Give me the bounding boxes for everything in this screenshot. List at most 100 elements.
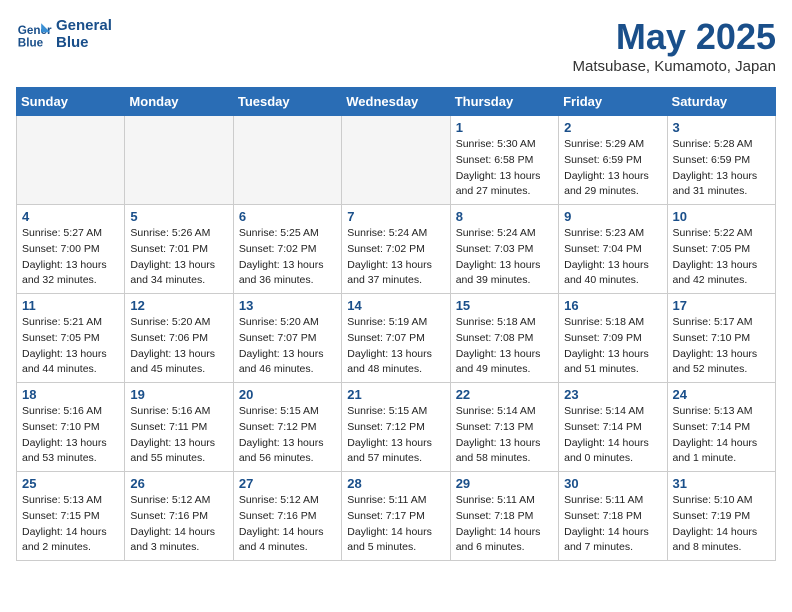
day-info: Sunrise: 5:16 AMSunset: 7:11 PMDaylight:… xyxy=(130,404,227,467)
day-number: 20 xyxy=(239,387,336,402)
calendar-day: 14 Sunrise: 5:19 AMSunset: 7:07 PMDayligh… xyxy=(342,294,450,383)
calendar-day: 17Sunrise: 5:17 AMSunset: 7:10 PMDayligh… xyxy=(667,294,775,383)
day-info: Sunrise: 5:17 AMSunset: 7:10 PMDaylight:… xyxy=(673,315,770,378)
calendar-day: 25Sunrise: 5:13 AMSunset: 7:15 PMDayligh… xyxy=(17,472,125,561)
day-number: 24 xyxy=(673,387,770,402)
calendar-day: 19 Sunrise: 5:16 AMSunset: 7:11 PMDayligh… xyxy=(125,383,233,472)
week-row: 1 Sunrise: 5:30 AMSunset: 6:58 PMDaylight… xyxy=(17,116,776,205)
calendar-day: 13 Sunrise: 5:20 AMSunset: 7:07 PMDayligh… xyxy=(233,294,341,383)
weekday-header: Tuesday xyxy=(233,88,341,116)
weekday-header: Friday xyxy=(559,88,667,116)
day-number: 22 xyxy=(456,387,553,402)
calendar-day: 16 Sunrise: 5:18 AMSunset: 7:09 PMDayligh… xyxy=(559,294,667,383)
week-row: 11 Sunrise: 5:21 AMSunset: 7:05 PMDayligh… xyxy=(17,294,776,383)
calendar-day: 3Sunrise: 5:28 AMSunset: 6:59 PMDaylight… xyxy=(667,116,775,205)
calendar-day: 21Sunrise: 5:15 AMSunset: 7:12 PMDayligh… xyxy=(342,383,450,472)
calendar: SundayMondayTuesdayWednesdayThursdayFrid… xyxy=(16,87,776,561)
day-number: 4 xyxy=(22,209,119,224)
day-info: Sunrise: 5:27 AMSunset: 7:00 PMDaylight:… xyxy=(22,226,119,289)
logo-line1: General xyxy=(56,17,112,34)
calendar-day: 10 Sunrise: 5:22 AMSunset: 7:05 PMDayligh… xyxy=(667,205,775,294)
logo: General Blue General Blue xyxy=(16,16,112,52)
day-info: Sunrise: 5:11 AMSunset: 7:17 PMDaylight:… xyxy=(347,493,444,556)
day-number: 11 xyxy=(22,298,119,313)
calendar-day: 20 Sunrise: 5:15 AMSunset: 7:12 PMDayligh… xyxy=(233,383,341,472)
calendar-day: 24 Sunrise: 5:13 AMSunset: 7:14 PMDayligh… xyxy=(667,383,775,472)
day-number: 28 xyxy=(347,476,444,491)
day-number: 30 xyxy=(564,476,661,491)
week-row: 18 Sunrise: 5:16 AMSunset: 7:10 PMDayligh… xyxy=(17,383,776,472)
week-row: 4 Sunrise: 5:27 AMSunset: 7:00 PMDaylight… xyxy=(17,205,776,294)
weekday-header: Thursday xyxy=(450,88,558,116)
day-number: 19 xyxy=(130,387,227,402)
calendar-day: 5 Sunrise: 5:26 AMSunset: 7:01 PMDaylight… xyxy=(125,205,233,294)
day-info: Sunrise: 5:18 AMSunset: 7:08 PMDaylight:… xyxy=(456,315,553,378)
weekday-header: Wednesday xyxy=(342,88,450,116)
day-number: 13 xyxy=(239,298,336,313)
weekday-header: Monday xyxy=(125,88,233,116)
day-info: Sunrise: 5:21 AMSunset: 7:05 PMDaylight:… xyxy=(22,315,119,378)
day-number: 23 xyxy=(564,387,661,402)
day-number: 14 xyxy=(347,298,444,313)
day-number: 27 xyxy=(239,476,336,491)
day-number: 16 xyxy=(564,298,661,313)
day-info: Sunrise: 5:23 AMSunset: 7:04 PMDaylight:… xyxy=(564,226,661,289)
calendar-day: 4 Sunrise: 5:27 AMSunset: 7:00 PMDaylight… xyxy=(17,205,125,294)
day-number: 31 xyxy=(673,476,770,491)
month-title: May 2025 xyxy=(573,16,776,58)
calendar-day: 27 Sunrise: 5:12 AMSunset: 7:16 PMDayligh… xyxy=(233,472,341,561)
day-info: Sunrise: 5:22 AMSunset: 7:05 PMDaylight:… xyxy=(673,226,770,289)
svg-text:Blue: Blue xyxy=(18,37,44,50)
day-info: Sunrise: 5:19 AMSunset: 7:07 PMDaylight:… xyxy=(347,315,444,378)
day-info: Sunrise: 5:30 AMSunset: 6:58 PMDaylight:… xyxy=(456,137,553,200)
weekday-header: Saturday xyxy=(667,88,775,116)
day-number: 21 xyxy=(347,387,444,402)
day-info: Sunrise: 5:20 AMSunset: 7:07 PMDaylight:… xyxy=(239,315,336,378)
calendar-day: 29Sunrise: 5:11 AMSunset: 7:18 PMDayligh… xyxy=(450,472,558,561)
calendar-day: 6 Sunrise: 5:25 AMSunset: 7:02 PMDaylight… xyxy=(233,205,341,294)
calendar-day: 26 Sunrise: 5:12 AMSunset: 7:16 PMDayligh… xyxy=(125,472,233,561)
day-number: 2 xyxy=(564,120,661,135)
day-info: Sunrise: 5:12 AMSunset: 7:16 PMDaylight:… xyxy=(130,493,227,556)
day-info: Sunrise: 5:11 AMSunset: 7:18 PMDaylight:… xyxy=(564,493,661,556)
day-number: 26 xyxy=(130,476,227,491)
day-info: Sunrise: 5:16 AMSunset: 7:10 PMDaylight:… xyxy=(22,404,119,467)
day-number: 18 xyxy=(22,387,119,402)
day-info: Sunrise: 5:29 AMSunset: 6:59 PMDaylight:… xyxy=(564,137,661,200)
calendar-day: 2 Sunrise: 5:29 AMSunset: 6:59 PMDaylight… xyxy=(559,116,667,205)
calendar-day: 1 Sunrise: 5:30 AMSunset: 6:58 PMDaylight… xyxy=(450,116,558,205)
day-info: Sunrise: 5:14 AMSunset: 7:14 PMDaylight:… xyxy=(564,404,661,467)
calendar-day: 23 Sunrise: 5:14 AMSunset: 7:14 PMDayligh… xyxy=(559,383,667,472)
logo-line2: Blue xyxy=(56,34,112,51)
day-info: Sunrise: 5:25 AMSunset: 7:02 PMDaylight:… xyxy=(239,226,336,289)
calendar-day: 9Sunrise: 5:23 AMSunset: 7:04 PMDaylight… xyxy=(559,205,667,294)
day-number: 7 xyxy=(347,209,444,224)
day-number: 15 xyxy=(456,298,553,313)
day-number: 10 xyxy=(673,209,770,224)
week-row: 25Sunrise: 5:13 AMSunset: 7:15 PMDayligh… xyxy=(17,472,776,561)
day-number: 6 xyxy=(239,209,336,224)
day-info: Sunrise: 5:13 AMSunset: 7:14 PMDaylight:… xyxy=(673,404,770,467)
day-info: Sunrise: 5:12 AMSunset: 7:16 PMDaylight:… xyxy=(239,493,336,556)
calendar-day: 12Sunrise: 5:20 AMSunset: 7:06 PMDayligh… xyxy=(125,294,233,383)
day-number: 3 xyxy=(673,120,770,135)
calendar-day: 22 Sunrise: 5:14 AMSunset: 7:13 PMDayligh… xyxy=(450,383,558,472)
day-info: Sunrise: 5:11 AMSunset: 7:18 PMDaylight:… xyxy=(456,493,553,556)
day-info: Sunrise: 5:14 AMSunset: 7:13 PMDaylight:… xyxy=(456,404,553,467)
day-info: Sunrise: 5:26 AMSunset: 7:01 PMDaylight:… xyxy=(130,226,227,289)
day-info: Sunrise: 5:15 AMSunset: 7:12 PMDaylight:… xyxy=(239,404,336,467)
day-number: 5 xyxy=(130,209,227,224)
calendar-day xyxy=(342,116,450,205)
day-info: Sunrise: 5:10 AMSunset: 7:19 PMDaylight:… xyxy=(673,493,770,556)
calendar-day xyxy=(125,116,233,205)
weekday-header: Sunday xyxy=(17,88,125,116)
day-info: Sunrise: 5:18 AMSunset: 7:09 PMDaylight:… xyxy=(564,315,661,378)
page-header: General Blue General Blue May 2025 Matsu… xyxy=(16,16,776,75)
calendar-day xyxy=(233,116,341,205)
day-number: 8 xyxy=(456,209,553,224)
calendar-day xyxy=(17,116,125,205)
day-number: 12 xyxy=(130,298,227,313)
weekday-header-row: SundayMondayTuesdayWednesdayThursdayFrid… xyxy=(17,88,776,116)
day-number: 1 xyxy=(456,120,553,135)
calendar-day: 15 Sunrise: 5:18 AMSunset: 7:08 PMDayligh… xyxy=(450,294,558,383)
